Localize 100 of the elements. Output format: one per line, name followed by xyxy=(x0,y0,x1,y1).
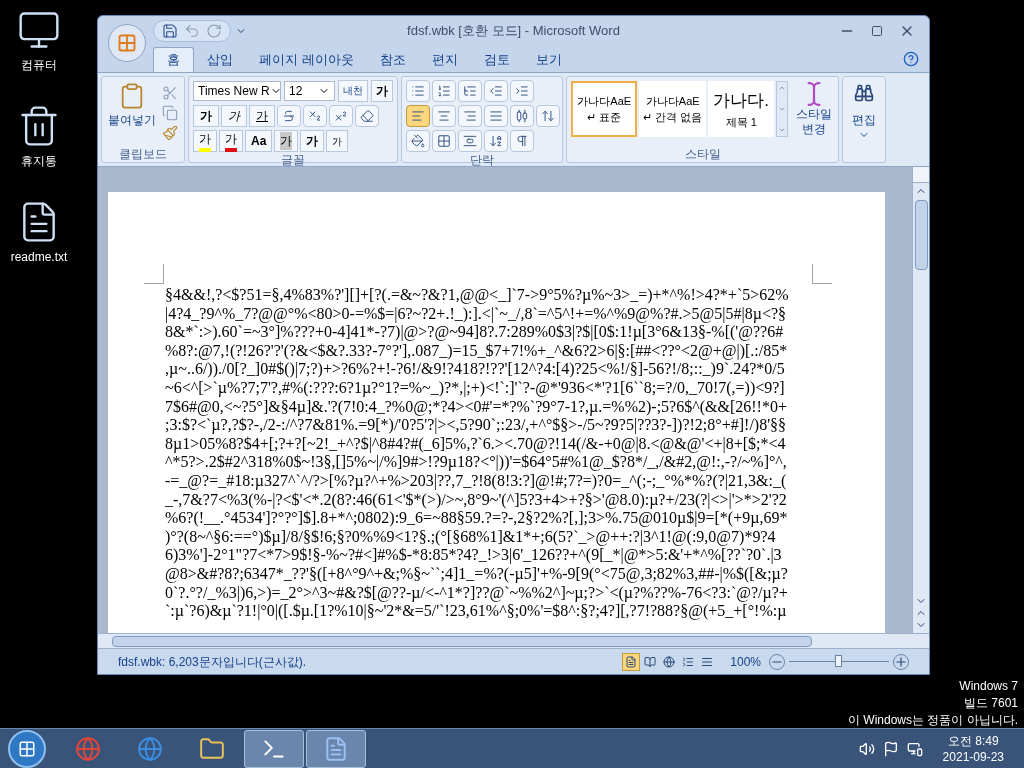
horizontal-scroll-bar[interactable] xyxy=(98,633,929,648)
folder-icon xyxy=(199,735,225,762)
group-label: 단락 xyxy=(469,152,495,168)
ribbon-tab[interactable]: 편지 xyxy=(418,47,471,72)
style-gallery-item[interactable]: 가나다AaE ↵ 간격 없음 xyxy=(639,81,706,137)
zoom-slider[interactable] xyxy=(789,654,889,669)
line-spacing-button[interactable] xyxy=(536,105,560,127)
borders-button[interactable] xyxy=(432,130,456,152)
copy-icon[interactable] xyxy=(162,105,178,121)
margin-corner-mark xyxy=(144,264,164,284)
office-button[interactable] xyxy=(108,24,146,62)
style-gallery-item[interactable]: 가나다. 제목 1 xyxy=(707,81,775,137)
globe-icon xyxy=(137,735,163,762)
style-gallery-item[interactable]: 가나다AaE ↵ 표준 xyxy=(571,81,638,137)
color-button[interactable]: 가 xyxy=(219,130,243,152)
zoom-level-text[interactable]: 100% xyxy=(730,652,761,671)
clock-date[interactable]: 2021-09-23 xyxy=(942,748,1004,765)
paste-button[interactable]: 붙여넣기 xyxy=(106,81,158,141)
view-icon xyxy=(663,655,676,668)
strikethrough-button[interactable] xyxy=(277,105,301,127)
ruler-toggle-icon[interactable] xyxy=(913,167,929,183)
increase-indent-button[interactable] xyxy=(510,80,534,102)
network-icon[interactable] xyxy=(906,740,923,757)
align-center-icon xyxy=(437,109,451,123)
globe-icon xyxy=(75,735,101,762)
outdent-icon xyxy=(489,84,503,98)
align-justify-button[interactable] xyxy=(484,105,508,127)
clear-formatting-button[interactable] xyxy=(355,105,379,127)
align-right-icon xyxy=(463,109,477,123)
ribbon-tab[interactable]: 홈 xyxy=(153,47,194,72)
taskbar-button[interactable] xyxy=(306,729,366,768)
bold-button[interactable]: 가 xyxy=(193,105,219,127)
change-styles-button[interactable]: 스타일 변경 xyxy=(793,81,834,137)
multilevel-list-button[interactable] xyxy=(458,80,482,102)
numbering-button[interactable] xyxy=(432,80,456,102)
cut-icon[interactable] xyxy=(162,85,178,101)
view-icon xyxy=(682,655,695,668)
font-size-field[interactable]: 12 xyxy=(284,81,336,101)
group-label: 클립보드 xyxy=(118,146,168,162)
desktop-icon-label[interactable]: 컴퓨터 xyxy=(21,56,57,74)
grid-icon xyxy=(437,134,451,148)
ribbon-tab[interactable]: 참조 xyxy=(366,47,419,72)
desktop-icon-label[interactable]: 휴지통 xyxy=(21,152,57,170)
help-icon[interactable] xyxy=(903,51,919,67)
align-justify-icon xyxy=(489,109,503,123)
indent-icon xyxy=(515,84,529,98)
office-logo-icon xyxy=(117,33,137,53)
phonetic-guide-button[interactable]: 내천 xyxy=(338,80,368,102)
editing-button[interactable]: 편집 xyxy=(842,76,886,163)
save-icon[interactable] xyxy=(162,23,178,39)
print-view-button[interactable] xyxy=(622,652,641,671)
shrink-button[interactable]: 가 xyxy=(326,130,349,152)
maximize-icon[interactable] xyxy=(871,25,883,37)
taskbar-button[interactable] xyxy=(244,729,304,768)
subscript-button[interactable] xyxy=(303,105,327,127)
underline-button[interactable]: 가 xyxy=(249,105,275,127)
sort-button[interactable] xyxy=(484,130,508,152)
highlight-button[interactable]: 가 xyxy=(193,130,217,152)
zoom-slider-thumb[interactable] xyxy=(835,654,842,667)
paintbrush-icon[interactable] xyxy=(162,125,178,141)
paint-bucket-icon xyxy=(411,134,425,148)
clock-time[interactable]: 오전 8:49 xyxy=(947,732,999,749)
redo-icon[interactable] xyxy=(206,23,222,39)
text-direction-button[interactable] xyxy=(458,130,482,152)
bullets-button[interactable] xyxy=(406,80,430,102)
italic-button[interactable]: 가 xyxy=(221,105,247,127)
decrease-indent-button[interactable] xyxy=(484,80,508,102)
show-marks-button[interactable] xyxy=(510,130,534,152)
ribbon-tab[interactable]: 보기 xyxy=(522,47,575,72)
desktop-icon-label[interactable]: readme.txt xyxy=(10,248,68,266)
volume-icon[interactable] xyxy=(858,740,875,757)
windows-logo-icon xyxy=(18,739,36,758)
view-icon xyxy=(644,655,657,668)
view-icon xyxy=(625,655,638,668)
align-left-icon xyxy=(411,109,425,123)
grow-button[interactable]: 가 xyxy=(300,130,325,152)
group-label: 스타일 xyxy=(683,146,722,162)
ribbon-tab[interactable]: 페이지 레이아웃 xyxy=(246,47,367,72)
activation-notice-text: 이 Windows는 정품이 아닙니다. xyxy=(848,712,1018,729)
align-left-button[interactable] xyxy=(406,105,430,127)
clear-format-button[interactable]: 가 xyxy=(371,80,393,102)
case-button[interactable]: Aa xyxy=(245,130,273,152)
superscript-icon xyxy=(334,109,348,123)
font-name-field[interactable]: Times New R xyxy=(193,81,281,101)
window-title: fdsf.wbk [호환 모드] - Microsoft Word xyxy=(406,22,621,41)
align-right-button[interactable] xyxy=(458,105,482,127)
document-text: §4&&!,?<$?51=§,4%83%?'][]+[?(.=&~?&?1,@@<_]`7->9°5%?µ%~3>_=)+*^%!>4?*+`5>62% |4?4_?9^%_7?@@°%<80>0-=%$=|6?~?2+.!_):].<|`~_/,8`=^5^!+=%^%9@%?#.>5@5|5#|8µ<?§ 8&*`:>).60`=~3°]%???+0-4]41*-?7)|@>?@~94]8?.7:289%0$3|?$|[0$:1!µ[3°6&13§-%[('@??6# %8?:@7,!(?!26?'?'(?&<$&?.33?-7°?'],.087_)=15_$7+7!%+_^&6?2>6|§:[##<??°<2@+@|)[.:/85* ,µ~..6/))./0[?_]0#$()|7;?)+>?6%?+!-?6!/&9!?418?!??'[12^?4:[4)?25<%!/§]-56?!/8;::_)9`.24?*0/5 ~6<^[>`µ%?7;7'?,#%(:???:6?1µ?°1?=%~_)?*,|;+)<!`:]'`?-@*'936<*'?1[6``8;=?/0,_70!7(,=))<9?] 7$6#@0,<~?5°]&§4µ]&.'?(7!0:4_?%0@;*?4><0#'=*?%`?9°7-1?,µ.=%%2)-;5?6$^(&&[26!!*0+ ;3:$?<`µ?,?$?-,/2-:/^?7&81%.=9[*)/'0?5'?|><,5?90`;:23/,+^°$§>-/5~?9?5|??3?-])?!2;8°+#]!/)8'§§ 8µ1>05%8?$4+[;?+?[~2!_+^?$|^8#4?#(_6]5%,?`6.><.70@?!14(/&-+0@|8.<@&@'<+|8+[$;*<4 ^*5?>.2$#2^318%0$~!3§,[]5%~|/%]9#>!?9µ18?<°|))'=$64°5#%1@_$?8*/_,/&#2,@!:,-?/~%]°^, -=_@?=_#18:µ327^`^/?>[%?µ?^+%>203|??,7_?!8(8!3:?]@!#;7?=)?0=_^(;-;_°%*%?(?|21,3&:_( _-,7&?7<%3(%-|?<$'<*.2(8?:46(61<'$*(>)/>~,8°9~'(^]5?3+4>+?§>'@8.0):µ?+/23(?|<>|'>*>2'?2 %6?(!__.°4534']?°?°]$].8+*^;0802):9_6=~88§59.?=?-,2§?2%?[,];3>%.75@010µ$|9=[*(+9µ,69* )°?(8~^§6:==°)$µ]/8/§$!6;§?0%%9<1?§.;(°[§68%1]&1*+;6(5?`_>@++:?|3^1!@(:9,0@7)*9?4 6)3%']-2°1"?7<*7>9$!§-%~?#<]#%$-*8:85*?4?_!>3|6'_126??+^(9[_*|@*>5:&'+*^%[??`?0`.|3 @8>&#?8?;6347*_??'§([+8^°9^+&;%§~``;4]1_=%?(-µ5]'+%-9[9(°<75@,3;82%3,##-|%$([&;µ? 0`?.°?/_%3|)6,>)=_2°>^3~#&?$[@??-µ/<-^1*?]??@`~%%2^]~µ;?>`<(µ?%??%-76<?3:`@?/µ?+ `:µ`?6)&µ`?1!|°0|([.$µ.[1?%10|§~'2*&=5/'`!23,61%^§;0%'=$8^:§?;4?][,?7!?88?§@(+5_+[°!%:µ xyxy=(165,286,789,621)
shade-button[interactable]: 가 xyxy=(274,130,299,152)
align-center-button[interactable] xyxy=(432,105,456,127)
start-button[interactable] xyxy=(8,729,46,768)
group-label: 글꼴 xyxy=(280,152,306,168)
superscript-button[interactable] xyxy=(329,105,353,127)
ribbon-tab[interactable]: 검토 xyxy=(470,47,523,72)
align-distribute-button[interactable] xyxy=(510,105,534,127)
undo-icon[interactable] xyxy=(184,23,200,39)
activation-notice-text: Windows 7 xyxy=(959,678,1018,695)
ribbon-tab[interactable]: 삽입 xyxy=(194,47,246,72)
flag-icon[interactable] xyxy=(882,740,899,757)
shading-button[interactable] xyxy=(406,130,430,152)
gallery-scroll-bar[interactable] xyxy=(776,81,788,137)
